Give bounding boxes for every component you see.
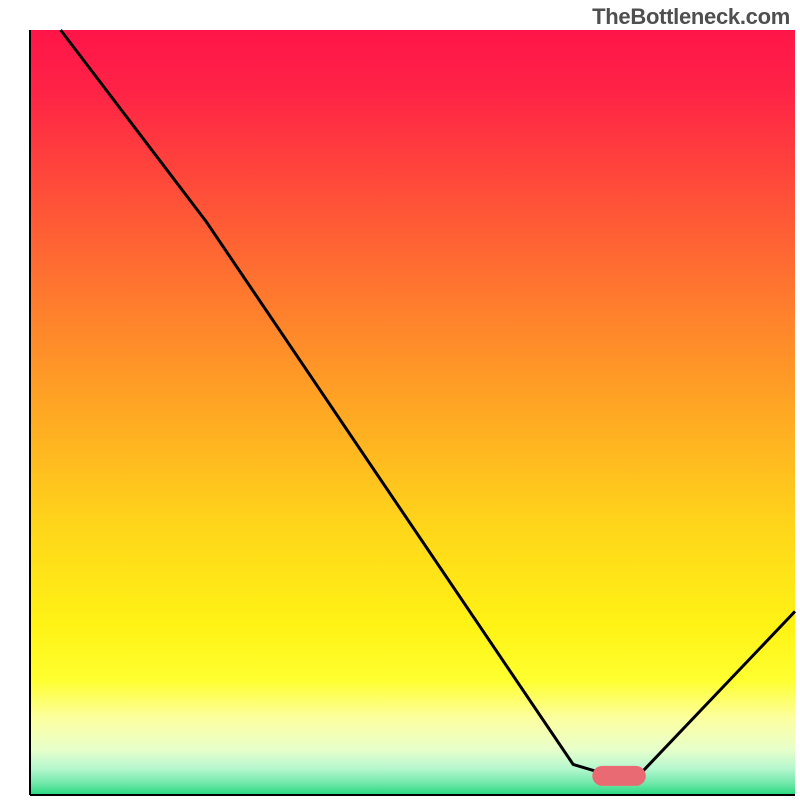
optimal-marker xyxy=(592,766,646,786)
chart-container: { "watermark": "TheBottleneck.com", "cha… xyxy=(0,0,800,800)
gradient-background xyxy=(30,30,795,795)
bottleneck-chart xyxy=(0,0,800,800)
watermark-text: TheBottleneck.com xyxy=(592,4,790,30)
